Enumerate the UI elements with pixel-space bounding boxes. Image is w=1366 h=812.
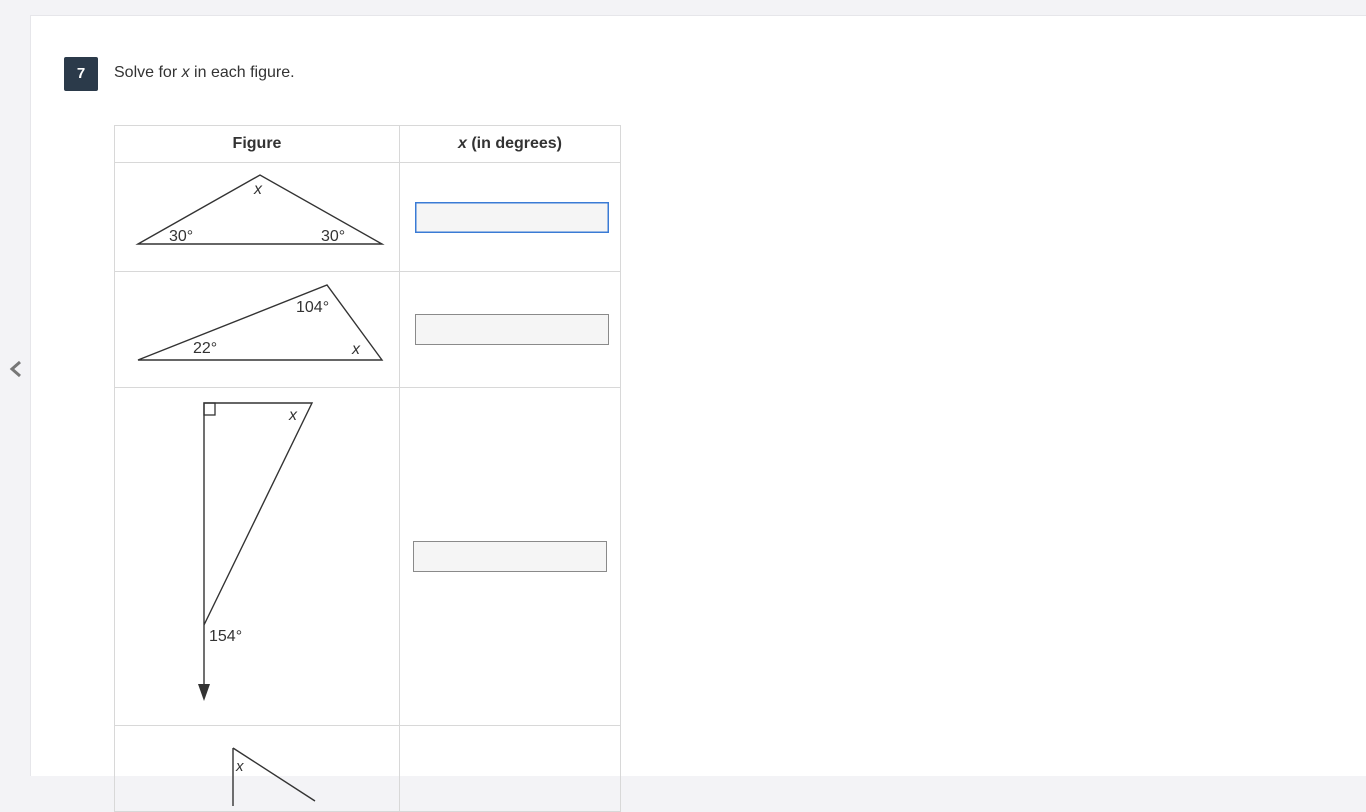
angle-label: 22°	[193, 340, 217, 357]
prompt-variable: x	[181, 64, 190, 81]
right-angle-marker	[203, 402, 216, 416]
triangle-figure-3: x 154°	[198, 402, 314, 701]
answer-input-2[interactable]	[415, 314, 609, 345]
question-card: 7 Solve for x in each figure. Figure x (…	[30, 15, 1366, 812]
table-header-row: Figure x (in degrees)	[114, 125, 621, 163]
arrowhead-icon	[198, 684, 210, 701]
answer-input-3[interactable]	[413, 541, 607, 572]
angle-label: x	[288, 407, 298, 424]
figure-cell-4: x	[114, 725, 400, 812]
angle-label: 30°	[169, 228, 193, 245]
question-number-badge: 7	[64, 57, 98, 91]
angle-label: x	[351, 341, 361, 358]
previous-question-button[interactable]	[6, 358, 26, 380]
header-x-degrees: x (in degrees)	[399, 125, 621, 163]
angle-label: x	[253, 181, 263, 198]
question-prompt: Solve for x in each figure.	[114, 64, 295, 82]
answer-cell-1	[399, 162, 621, 272]
prompt-suffix: in each figure.	[189, 64, 295, 81]
answer-cell-3	[399, 387, 621, 726]
figure-cell-1: x 30° 30°	[114, 162, 400, 272]
answer-cell-4	[399, 725, 621, 812]
table-row: x	[114, 725, 621, 812]
prompt-prefix: Solve for	[114, 64, 182, 81]
table-row: 104° 22° x	[114, 271, 621, 388]
chevron-left-icon	[9, 360, 21, 378]
header-figure: Figure	[114, 125, 400, 163]
figure-cell-2: 104° 22° x	[114, 271, 400, 388]
answer-input-1[interactable]	[415, 201, 609, 233]
figures-table: Figure x (in degrees) x 30° 30° 104° 22°…	[114, 125, 621, 812]
answer-cell-2	[399, 271, 621, 388]
angle-label: 104°	[296, 299, 329, 316]
triangle-figure-4: x	[232, 747, 316, 806]
table-row: x 154°	[114, 387, 621, 726]
header-x-variable: x	[457, 135, 467, 152]
triangle-figure-2: 104° 22° x	[137, 284, 384, 361]
angle-label: 30°	[321, 228, 345, 245]
table-row: x 30° 30°	[114, 162, 621, 272]
angle-label: x	[235, 758, 244, 775]
header-x-unit: (in degrees)	[466, 135, 563, 152]
figure-cell-3: x 154°	[114, 387, 400, 726]
triangle-figure-1: x 30° 30°	[135, 174, 385, 245]
angle-label: 154°	[209, 628, 242, 645]
